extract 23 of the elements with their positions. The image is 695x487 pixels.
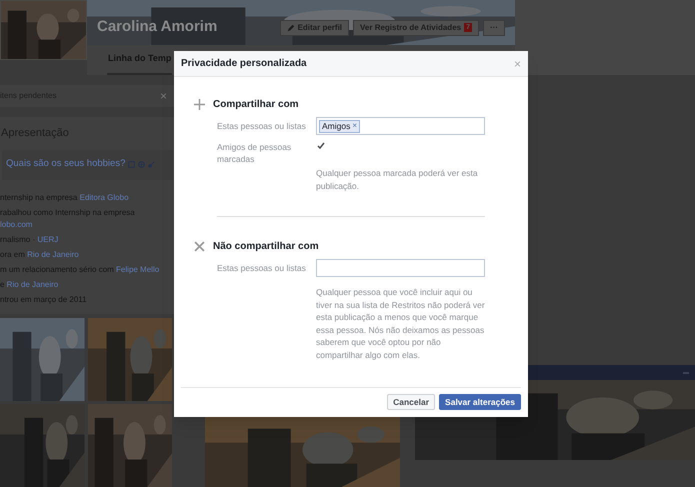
close-button[interactable]: ×	[160, 90, 167, 102]
save-button[interactable]: Salvar alterações	[439, 394, 521, 410]
intro-link[interactable]: lobo.com	[0, 220, 32, 228]
help-text: Qualquer pessoa que você incluir aqui ou tiver na sua lista de Restritos não poderá ver esta publicação a menos que você marque essa pessoa. Nós não deixamos as pessoas saberem que você optou por não compartilhar algo com elas.	[316, 286, 486, 361]
intro-link[interactable]: Rio de Janeiro	[6, 280, 58, 288]
people-field[interactable]: Amigos ×	[316, 117, 485, 135]
intro-link[interactable]: UERJ	[37, 234, 58, 244]
help-text: Qualquer pessoa marcada poderá ver esta publicação.	[316, 167, 479, 192]
dialog-title: Privacidade personalizada	[181, 57, 307, 71]
friends-token: Amigos ×	[319, 120, 360, 132]
section-heading: Compartilhar com	[213, 98, 299, 112]
cancel-button[interactable]: Cancelar	[387, 394, 436, 410]
intro-link[interactable]: Editora Globo	[80, 192, 129, 202]
intro-link[interactable]: Rio de Janeiro	[27, 250, 79, 258]
more-button[interactable]: ···	[483, 20, 505, 36]
field-label: Estas pessoas ou listas	[217, 262, 307, 274]
close-button[interactable]: ×	[514, 58, 521, 70]
field-label: Estas pessoas ou listas	[217, 120, 307, 132]
remove-token-button[interactable]: ×	[352, 122, 358, 130]
profile-name: Carolina Amorim	[97, 17, 218, 38]
checkbox-label: Amigos de pessoas marcadas	[217, 141, 292, 165]
section-heading: Não compartilhar com	[213, 240, 319, 254]
intro-link[interactable]: Felipe Mello	[116, 264, 160, 274]
